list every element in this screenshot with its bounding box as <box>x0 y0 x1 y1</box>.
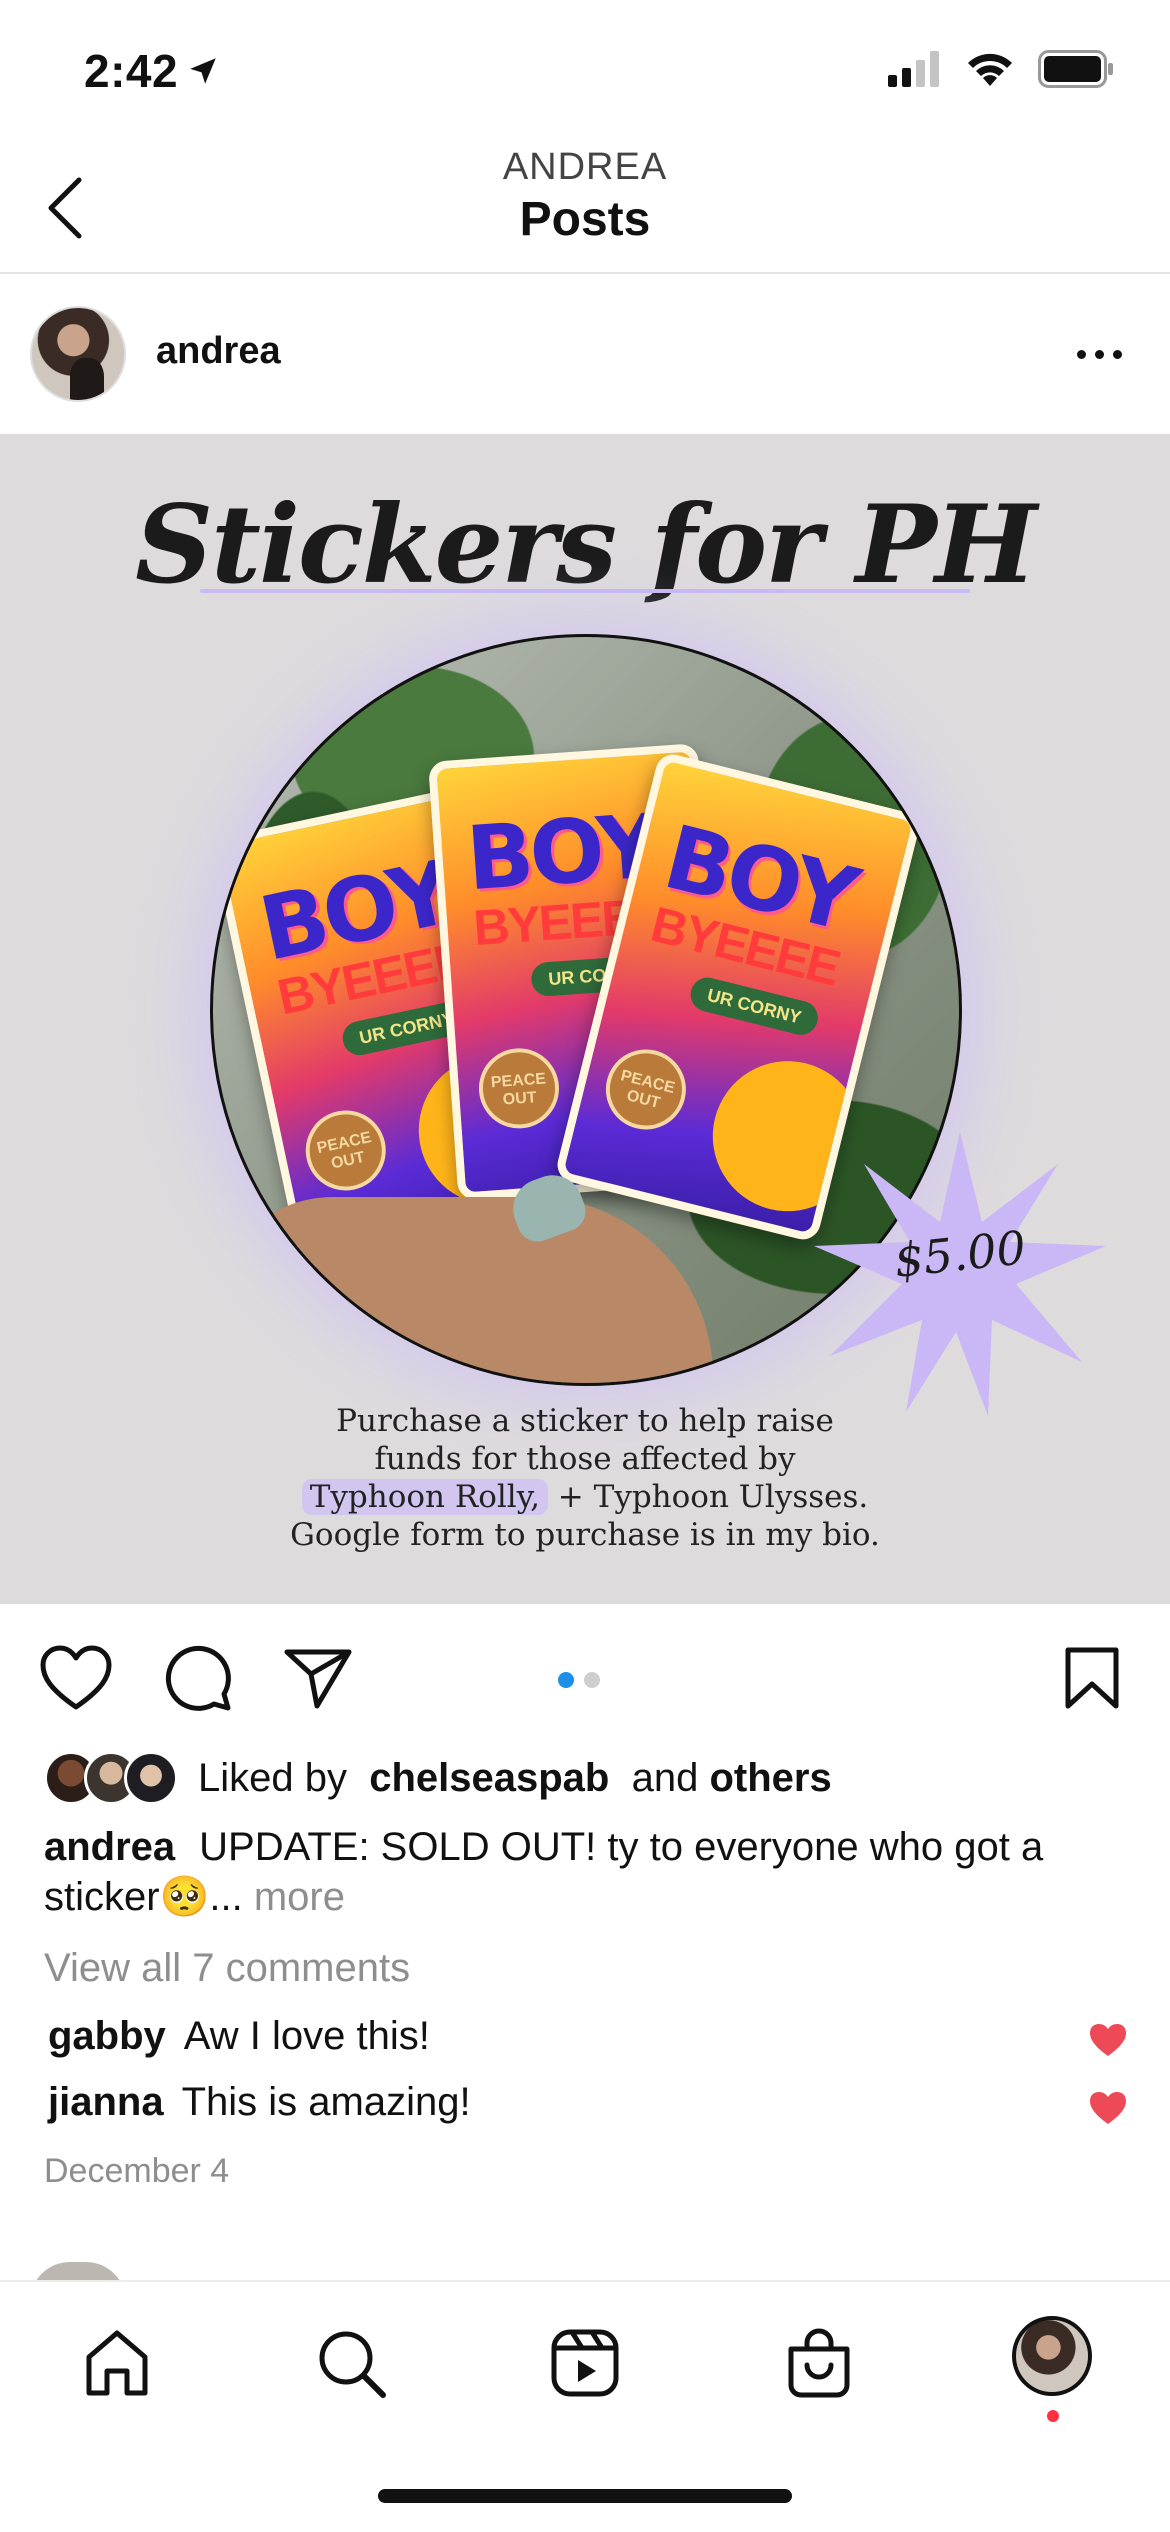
post-header: andrea <box>0 276 1170 434</box>
header-subtitle: ANDREA <box>502 146 668 188</box>
comment-like-heart-icon[interactable] <box>1088 2088 1128 2128</box>
notification-dot <box>1047 2410 1059 2422</box>
tab-home[interactable] <box>72 2318 162 2408</box>
title-underline <box>200 589 970 593</box>
caption-ellipsis: ... <box>209 1875 243 1919</box>
page-title: Posts <box>519 193 651 246</box>
post-image[interactable]: Stickers for PH BOY BYEEEE UR CORNY PEAC… <box>0 434 1170 1604</box>
posts-header: ANDREA Posts <box>0 140 1170 274</box>
wifi-icon <box>968 53 1012 86</box>
liker-avatars <box>44 1751 178 1805</box>
battery-icon <box>1038 50 1113 88</box>
like-button[interactable] <box>38 1640 114 1716</box>
status-indicators <box>888 50 1114 88</box>
shop-icon <box>788 2328 850 2398</box>
comment-item: gabby Aw I love this! <box>48 2014 430 2059</box>
user-avatar[interactable] <box>30 306 126 402</box>
status-time: 2:42 <box>84 44 220 98</box>
tab-reels[interactable] <box>540 2318 630 2408</box>
comment-like-heart-icon[interactable] <box>1088 2020 1128 2060</box>
post-date: December 4 <box>44 2152 230 2190</box>
caption-more-link[interactable]: more <box>254 1875 345 1919</box>
tab-profile-avatar[interactable] <box>1012 2316 1092 2396</box>
likes-others-link[interactable]: others <box>709 1756 831 1801</box>
reels-icon <box>551 2329 619 2397</box>
sticker-badge-text: PEACE OUT <box>298 1103 394 1198</box>
comment-button[interactable] <box>160 1640 236 1716</box>
bookmark-icon <box>1065 1647 1119 1709</box>
more-options-button[interactable] <box>1064 336 1134 372</box>
post-username[interactable]: andrea <box>156 330 281 373</box>
carousel-dot-active <box>558 1672 574 1688</box>
promo-line-2: funds for those affected by <box>374 1441 796 1477</box>
caption-username[interactable]: andrea <box>44 1825 175 1869</box>
tab-search[interactable] <box>306 2318 396 2408</box>
likes-row[interactable]: Liked by chelseaspab and others <box>44 1750 832 1806</box>
more-horizontal-icon <box>1076 349 1086 359</box>
home-icon <box>86 2330 148 2396</box>
promo-description: Purchase a sticker to help raise funds f… <box>0 1402 1170 1554</box>
save-button[interactable] <box>1054 1640 1130 1716</box>
promo-line-3-rest: + Typhoon Ulysses. <box>547 1479 869 1515</box>
more-dot <box>1112 349 1122 359</box>
comment-username[interactable]: gabby <box>48 2014 166 2058</box>
carousel-dot <box>584 1672 600 1688</box>
likes-prefix: Liked by <box>198 1755 347 1800</box>
comment-icon <box>165 1645 231 1711</box>
comment-text: This is amazing! <box>181 2080 471 2124</box>
send-icon <box>284 1649 352 1709</box>
liker-avatar <box>124 1751 178 1805</box>
heart-icon <box>40 1645 112 1710</box>
likes-user-link[interactable]: chelseaspab <box>369 1756 609 1801</box>
home-indicator[interactable] <box>378 2489 792 2503</box>
status-time-text: 2:42 <box>84 45 179 97</box>
comment-item: jianna This is amazing! <box>48 2080 471 2125</box>
caption-text: UPDATE: SOLD OUT! ty to everyone who got… <box>44 1825 1044 1919</box>
share-button[interactable] <box>280 1640 356 1716</box>
likes-and: and <box>631 1755 699 1800</box>
hand <box>213 1197 713 1383</box>
comment-username[interactable]: jianna <box>48 2080 164 2124</box>
tab-shop[interactable] <box>774 2318 864 2408</box>
post-caption: andrea UPDATE: SOLD OUT! ty to everyone w… <box>44 1822 1134 1922</box>
search-icon <box>319 2331 386 2398</box>
carousel-indicator <box>558 1672 600 1688</box>
more-dot <box>1094 349 1104 359</box>
promo-highlight: Typhoon Rolly, <box>301 1479 548 1515</box>
view-all-comments-link[interactable]: View all 7 comments <box>44 1946 410 1991</box>
status-bar: 2:42 <box>0 0 1170 140</box>
comment-text: Aw I love this! <box>183 2014 430 2058</box>
post-actions <box>0 1604 1170 1744</box>
sticker-badge-text: PEACE OUT <box>476 1045 562 1132</box>
promo-line-1: Purchase a sticker to help raise <box>336 1403 834 1439</box>
promo-line-4: Google form to purchase is in my bio. <box>290 1517 880 1553</box>
sticker-badge-text: PEACE OUT <box>597 1040 695 1138</box>
promo-line-3: Typhoon Rolly, + Typhoon Ulysses. <box>0 1478 1170 1516</box>
cellular-signal-icon <box>888 51 939 87</box>
location-arrow-icon <box>190 58 216 84</box>
